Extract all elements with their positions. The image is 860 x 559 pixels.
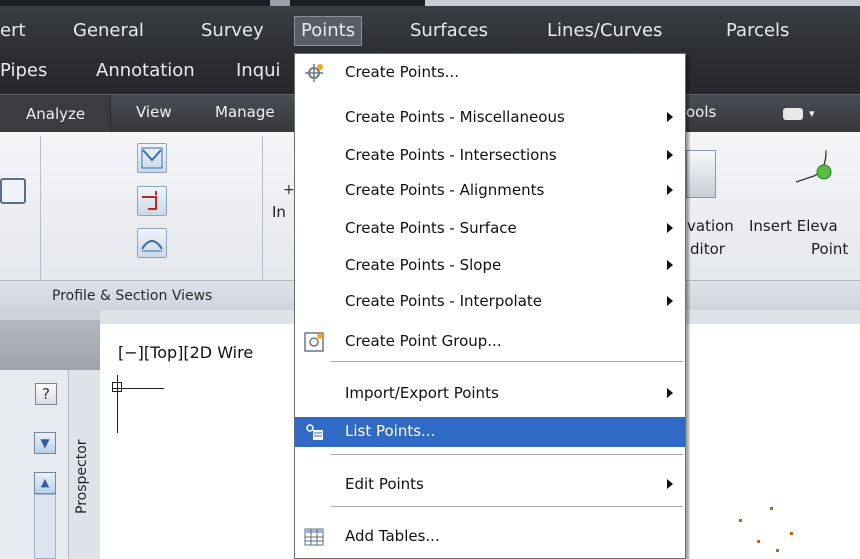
viewport-controls-label[interactable]: [−][Top][2D Wire [118,343,253,362]
chevron-down-icon[interactable]: ▾ [809,107,815,120]
list-points-icon [303,421,325,443]
drawing-point [790,532,793,535]
layout-icon[interactable] [0,178,26,204]
toolspace-header [0,320,100,370]
menu-separator [331,361,683,362]
menu-item-create-points-alignments[interactable]: Create Points - Alignments [295,176,685,206]
submenu-arrow-icon [667,296,673,306]
submenu-arrow-icon [667,223,673,233]
points-dropdown-menu: Create Points... Create Points - Miscell… [294,53,686,559]
help-button[interactable]: ? [35,383,57,405]
menu-item-edit-points[interactable]: Edit Points [295,470,685,500]
menu-pipes[interactable]: Pipes [0,59,47,83]
menu-annotation[interactable]: Annotation [96,59,195,83]
menu-general[interactable]: General [73,19,144,43]
menu-item-import-export-points[interactable]: Import/Export Points [295,379,685,409]
insert-elevation-label-2: Point [811,240,849,258]
elevation-editor-label-1: vation [687,217,734,235]
menu-item-create-points-interpolate[interactable]: Create Points - Interpolate [295,287,685,317]
menu-separator [331,454,683,455]
menu-item-add-tables[interactable]: Add Tables... [295,522,685,552]
submenu-arrow-icon [667,388,673,398]
tab-view[interactable]: View [136,103,172,121]
create-points-icon [303,62,325,84]
combo-dropdown-arrow[interactable]: ▼ [34,432,56,454]
menu-survey[interactable]: Survey [201,19,264,43]
title-strip [0,0,860,6]
menu-points[interactable]: Points [294,16,363,46]
menu-parcels[interactable]: Parcels [726,19,789,43]
tab-analyze[interactable]: Analyze [0,95,111,133]
drawing-point [757,540,760,543]
insert-elevation-label-1: Insert Eleva [749,217,838,235]
drawing-point [776,549,779,552]
drawing-point [770,507,773,510]
tab-tools[interactable]: ools [686,103,716,121]
table-icon [303,526,325,548]
menu-item-create-point-group[interactable]: Create Point Group... [295,327,685,357]
menu-lines-curves[interactable]: Lines/Curves [547,19,662,43]
menu-item-create-points-misc[interactable]: Create Points - Miscellaneous [295,103,685,133]
insert-label: In [272,203,286,221]
submenu-arrow-icon [667,185,673,195]
submenu-arrow-icon [667,479,673,489]
menu-inquiry[interactable]: Inqui [236,59,281,83]
menu-insert[interactable]: ert [0,19,26,43]
menu-item-create-points[interactable]: Create Points... [295,58,685,88]
scrollbar-track[interactable] [34,494,56,559]
submenu-arrow-icon [667,260,673,270]
menu-item-list-points[interactable]: List Points... [295,417,685,447]
panel-title-profile-section-views: Profile & Section Views [52,288,213,304]
menu-item-create-points-surface[interactable]: Create Points - Surface [295,214,685,244]
submenu-arrow-icon [667,112,673,122]
drawing-point [739,519,742,522]
profile-view-icon[interactable] [137,143,167,173]
elevation-editor-icon[interactable] [686,150,716,198]
tab-manage[interactable]: Manage [215,103,275,121]
menu-separator [331,506,683,507]
menu-surfaces[interactable]: Surfaces [410,19,488,43]
ucs-origin-icon [112,382,122,392]
section-line-icon[interactable] [137,186,167,216]
submenu-arrow-icon [667,150,673,160]
ribbon-minimize-icon[interactable] [783,108,803,120]
menu-item-create-points-slope[interactable]: Create Points - Slope [295,251,685,281]
point-group-icon [303,331,325,353]
tab-prospector[interactable]: Prospector [74,439,90,514]
elevation-editor-label-2: ditor [690,240,725,258]
menu-item-create-points-intersections[interactable]: Create Points - Intersections [295,141,685,171]
insert-point-plus-icon[interactable]: + [283,182,295,198]
scroll-up-button[interactable]: ▲ [34,472,56,494]
insert-elevation-point-icon[interactable] [792,146,832,200]
section-view-icon[interactable] [137,228,167,258]
